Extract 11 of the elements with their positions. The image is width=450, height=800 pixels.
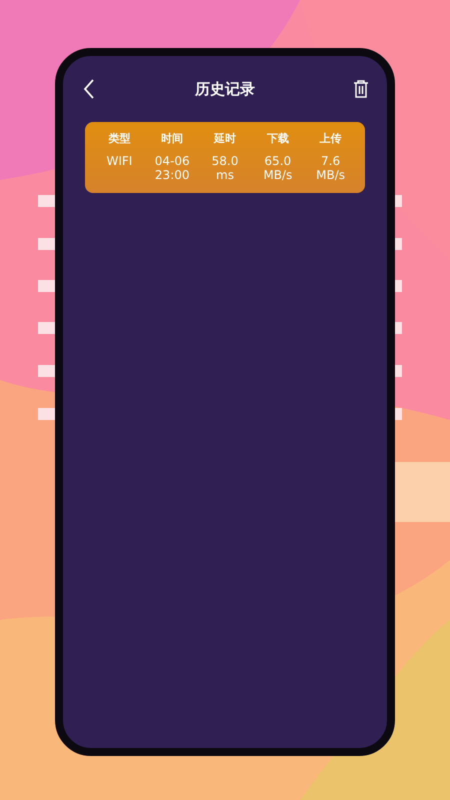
table-cell: 65.0 MB/s [263, 154, 292, 183]
column-header: 时间 [161, 131, 184, 146]
table-cell: 7.6 MB/s [316, 154, 346, 183]
column-header: 上传 [320, 131, 342, 146]
table-cell-text: WIFI [106, 154, 132, 170]
table-cell: 04-06 23:00 [154, 154, 190, 183]
screen-title: 历史记录 [195, 80, 255, 98]
column-header: 类型 [108, 131, 130, 146]
column-header: 下载 [266, 131, 289, 146]
table-cell: 58.0 ms [212, 154, 238, 183]
column-header: 延时 [214, 131, 236, 146]
